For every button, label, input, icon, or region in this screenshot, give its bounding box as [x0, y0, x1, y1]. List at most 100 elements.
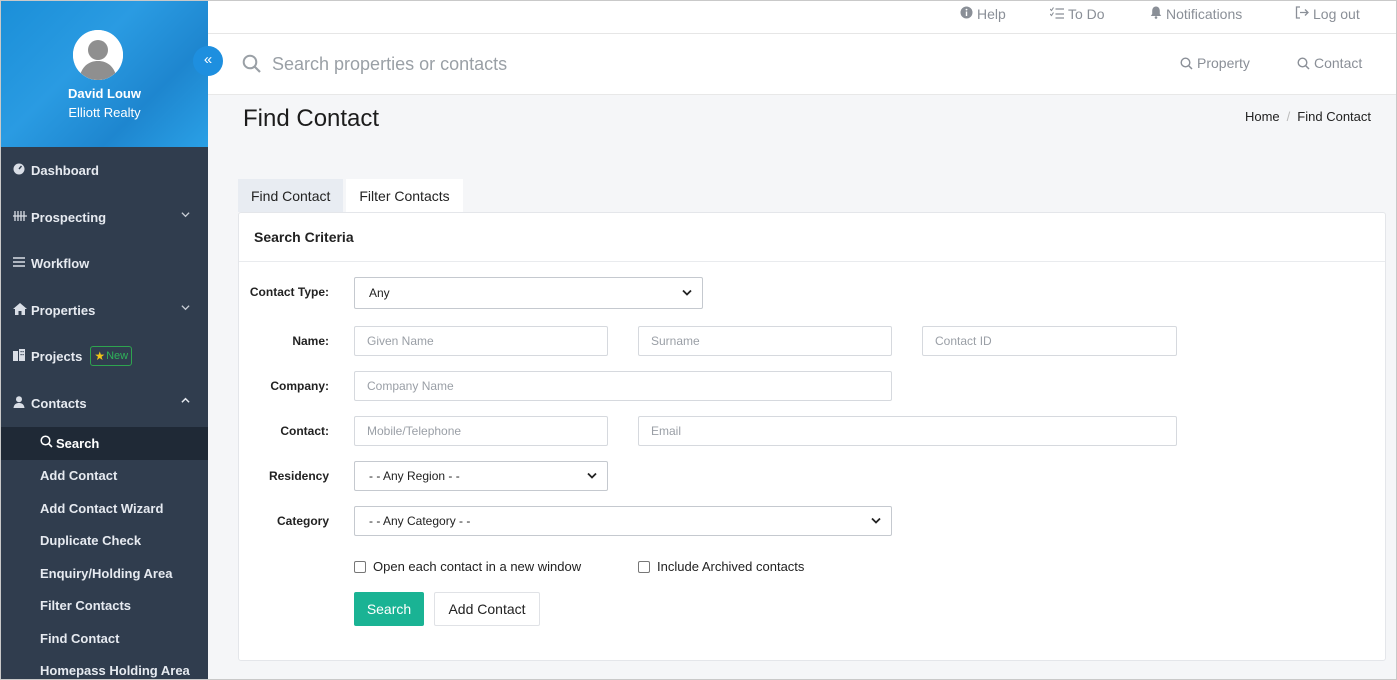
search-button[interactable]: Search	[354, 592, 424, 626]
chevron-down-icon	[587, 472, 597, 479]
nav-item-prospecting[interactable]: Prospecting	[1, 202, 208, 232]
chevron-down-icon	[181, 212, 190, 218]
nav-item-label: Projects	[31, 348, 83, 364]
top-bar: Help To Do Notifications Log out	[208, 1, 1396, 34]
breadcrumb: Home / Find Contact	[1245, 109, 1371, 124]
contact-id-input[interactable]	[922, 326, 1177, 356]
category-select[interactable]: - - Any Category - -	[354, 506, 892, 536]
building-icon	[13, 348, 29, 364]
submenu-item-add-contact[interactable]: Add Contact	[1, 460, 208, 493]
given-name-input[interactable]	[354, 326, 608, 356]
global-search-bar: Property Contact	[208, 34, 1396, 95]
search-icon	[40, 435, 53, 451]
submenu-item-label: Search	[56, 435, 100, 451]
sidebar: David Louw Elliott Realty « Dashboard Pr…	[1, 1, 223, 680]
checkbox-label: Include Archived contacts	[657, 559, 805, 574]
user-name: David Louw	[68, 86, 141, 101]
nav-item-dashboard[interactable]: Dashboard	[1, 155, 208, 185]
nav-item-label: Dashboard	[31, 162, 99, 178]
submenu-item-filter-contacts[interactable]: Filter Contacts	[1, 590, 208, 623]
star-icon: ★	[94, 349, 106, 363]
checkbox[interactable]	[354, 560, 366, 573]
breadcrumb-separator: /	[1286, 109, 1291, 124]
dashboard-icon	[13, 163, 29, 178]
search-property-button[interactable]: Property	[1180, 55, 1250, 71]
nav-item-properties[interactable]: Properties	[1, 295, 208, 325]
tab-filter-contacts[interactable]: Filter Contacts	[346, 179, 463, 212]
submenu-item-find-contact[interactable]: Find Contact	[1, 622, 208, 655]
main-content: Find Contact Filter Contacts Search Crit…	[208, 147, 1396, 679]
chevron-up-icon	[181, 397, 190, 403]
global-search-input[interactable]	[272, 50, 792, 78]
surname-input[interactable]	[638, 326, 892, 356]
page-header: Find Contact Home / Find Contact	[208, 95, 1396, 147]
nav-item-contacts[interactable]: Contacts	[1, 388, 208, 418]
include-archived-checkbox[interactable]: Include Archived contacts	[638, 559, 804, 574]
notifications-link[interactable]: Notifications	[1150, 6, 1242, 22]
chevron-down-icon	[682, 289, 692, 296]
submenu-item-search[interactable]: Search	[1, 427, 208, 460]
info-icon	[960, 6, 973, 22]
badge-label: New	[106, 350, 129, 362]
chevron-down-icon	[871, 517, 881, 524]
logout-link[interactable]: Log out	[1295, 6, 1360, 22]
search-contact-label: Contact	[1314, 55, 1363, 71]
contact-label: Contact:	[280, 424, 329, 438]
residency-label: Residency	[268, 469, 329, 483]
user-avatar-icon	[73, 30, 123, 80]
submenu-item-add-contact-wizard[interactable]: Add Contact Wizard	[1, 492, 208, 525]
logout-label: Log out	[1313, 6, 1360, 22]
contacts-submenu: Search Add Contact Add Contact Wizard Du…	[1, 427, 208, 680]
chevron-down-icon	[181, 305, 190, 311]
company-name-input[interactable]	[354, 371, 892, 401]
select-value: Any	[369, 286, 390, 300]
prospecting-icon	[13, 210, 29, 225]
workflow-icon	[13, 256, 29, 271]
checkbox-label: Open each contact in a new window	[373, 559, 582, 574]
submenu-item-enquiry-holding-area[interactable]: Enquiry/Holding Area	[1, 557, 208, 590]
help-label: Help	[977, 6, 1006, 22]
submenu-item-homepass-holding-area[interactable]: Homepass Holding Area	[1, 655, 208, 680]
tab-bar: Find Contact Filter Contacts	[238, 179, 466, 212]
email-input[interactable]	[638, 416, 1177, 446]
nav-item-label: Contacts	[31, 395, 87, 411]
contact-type-label: Contact Type:	[249, 285, 329, 299]
todo-link[interactable]: To Do	[1049, 6, 1105, 22]
tab-find-contact[interactable]: Find Contact	[238, 179, 344, 212]
open-new-window-checkbox[interactable]: Open each contact in a new window	[354, 559, 581, 574]
notifications-label: Notifications	[1166, 6, 1243, 22]
logout-icon	[1295, 6, 1309, 22]
breadcrumb-home[interactable]: Home	[1245, 109, 1280, 124]
double-chevron-left-icon: «	[203, 51, 213, 68]
nav-item-projects[interactable]: Projects ★ New	[1, 341, 208, 371]
residency-select[interactable]: - - Any Region - -	[354, 461, 608, 491]
checklist-icon	[1049, 6, 1064, 22]
search-contact-button[interactable]: Contact	[1297, 55, 1362, 71]
select-value: - - Any Region - -	[369, 469, 460, 483]
new-badge: ★ New	[90, 346, 133, 366]
mobile-telephone-input[interactable]	[354, 416, 608, 446]
search-icon	[1180, 56, 1193, 70]
help-link[interactable]: Help	[960, 6, 1006, 22]
breadcrumb-current: Find Contact	[1297, 109, 1371, 124]
card-header: Search Criteria	[239, 213, 1385, 262]
search-property-label: Property	[1197, 55, 1250, 71]
home-icon	[13, 302, 29, 318]
nav-item-workflow[interactable]: Workflow	[1, 248, 208, 278]
nav-item-label: Workflow	[31, 255, 90, 271]
profile-panel: David Louw Elliott Realty	[1, 1, 208, 147]
add-contact-button[interactable]: Add Contact	[434, 592, 540, 626]
search-criteria-card: Search Criteria Contact Type: Any Name: …	[238, 212, 1386, 661]
search-icon	[242, 54, 261, 73]
page-title: Find Contact	[243, 105, 380, 132]
user-icon	[13, 395, 29, 411]
avatar[interactable]	[73, 30, 123, 80]
submenu-item-duplicate-check[interactable]: Duplicate Check	[1, 525, 208, 558]
contact-type-select[interactable]: Any	[354, 277, 703, 309]
select-value: - - Any Category - -	[369, 514, 471, 528]
bell-icon	[1150, 6, 1162, 22]
checkbox[interactable]	[638, 560, 650, 573]
company-label: Company:	[270, 379, 329, 393]
collapse-sidebar-button[interactable]: «	[193, 46, 223, 76]
user-company: Elliott Realty	[68, 105, 141, 120]
